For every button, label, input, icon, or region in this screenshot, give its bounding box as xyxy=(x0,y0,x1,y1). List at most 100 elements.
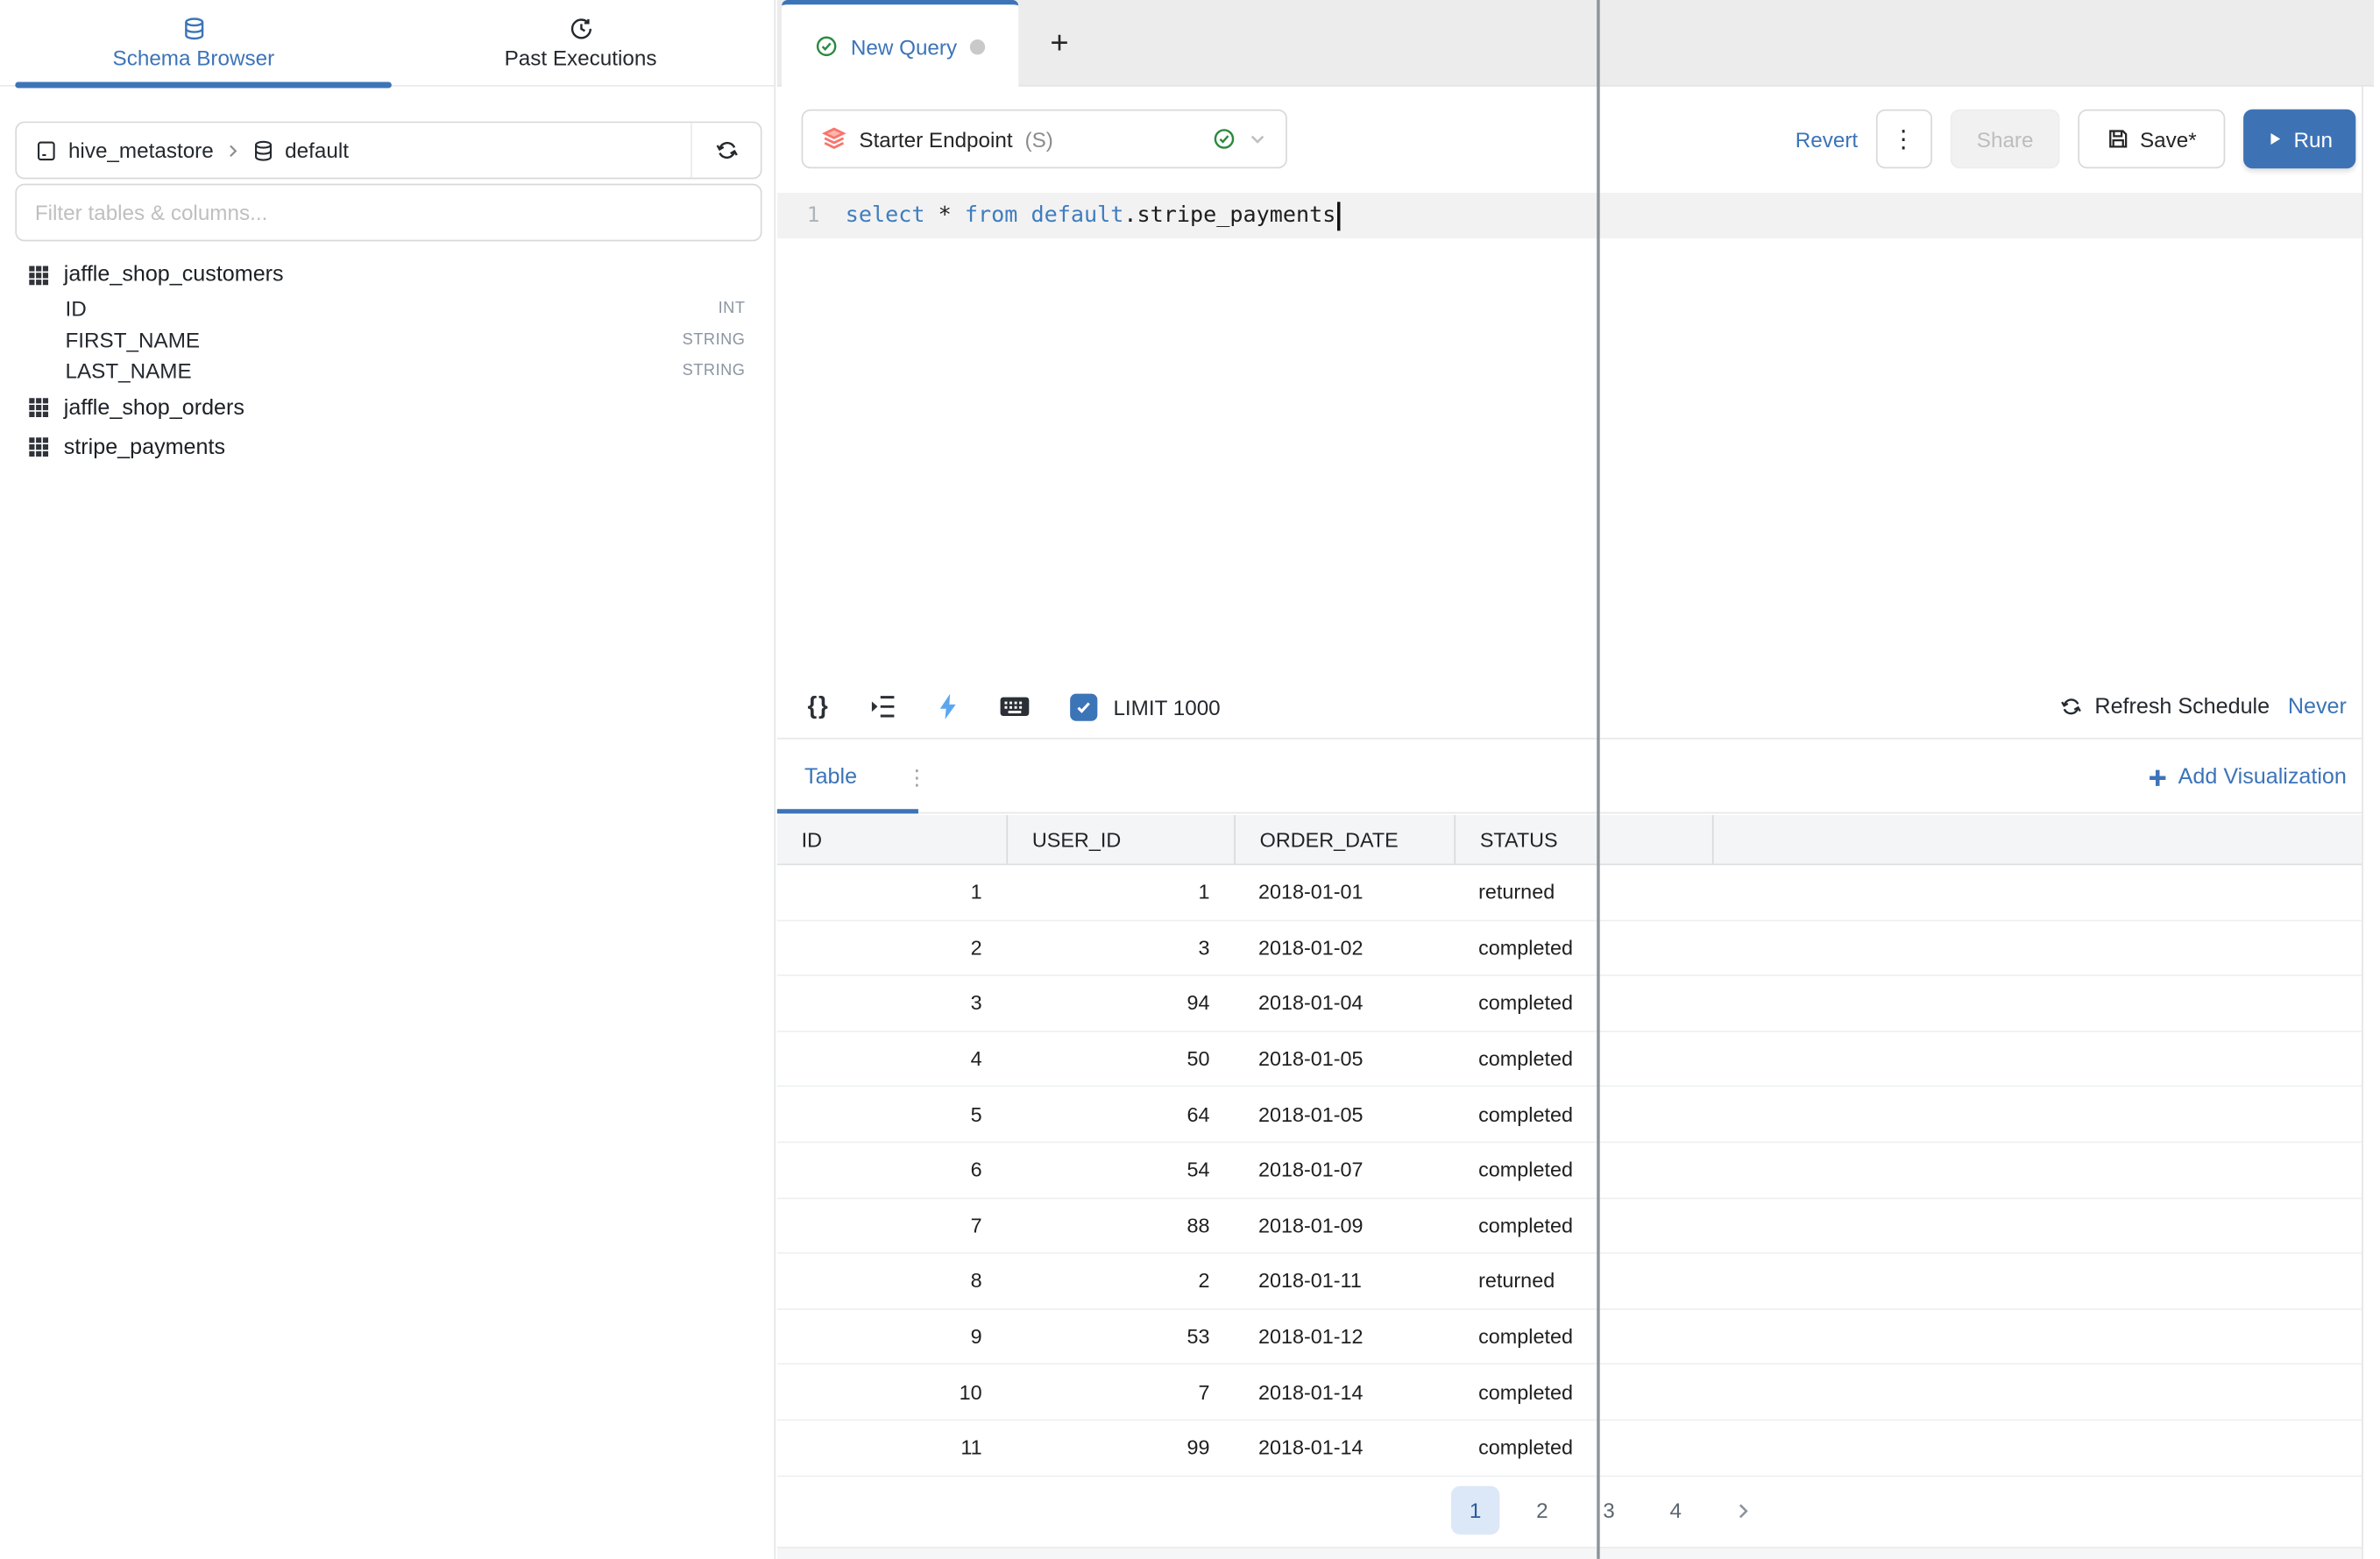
table-row: 4502018-01-05completed xyxy=(777,1031,2362,1087)
breadcrumb-catalog[interactable]: hive_metastore xyxy=(68,138,214,163)
sql-editor[interactable]: 1 select * from default.stripe_payments xyxy=(777,190,2362,676)
run-label: Run xyxy=(2294,127,2333,152)
footer-strip xyxy=(777,1547,2362,1559)
code-token: from xyxy=(965,203,1017,228)
breadcrumb-schema[interactable]: default xyxy=(285,138,349,163)
cell: completed xyxy=(1454,1421,1711,1475)
refresh-schema-button[interactable] xyxy=(691,123,761,177)
table-row: 112018-01-01returned xyxy=(777,865,2362,920)
column-header-STATUS[interactable]: STATUS xyxy=(1454,815,1711,863)
run-button[interactable]: Run xyxy=(2243,110,2355,169)
table-row: 232018-01-02completed xyxy=(777,921,2362,976)
endpoint-size: (S) xyxy=(1024,127,1052,152)
table-row: 7882018-01-09completed xyxy=(777,1199,2362,1254)
new-tab-button[interactable]: + xyxy=(1032,0,1087,87)
code-token: * xyxy=(925,203,965,228)
page-button-2[interactable]: 2 xyxy=(1518,1486,1566,1534)
save-button[interactable]: Save* xyxy=(2078,110,2225,169)
table-tab-menu-icon[interactable]: ⋮ xyxy=(906,741,927,813)
play-icon xyxy=(2266,131,2283,147)
tab-label: Schema Browser xyxy=(113,45,275,69)
sql-editor-app: Schema Browser Past Executions xyxy=(0,0,2380,1559)
revert-button[interactable]: Revert xyxy=(1796,127,1858,152)
check-circle-icon xyxy=(816,35,839,58)
clock-icon xyxy=(569,16,593,40)
endpoint-name: Starter Endpoint xyxy=(859,127,1012,152)
column-type: STRING xyxy=(683,330,746,349)
column-name: FIRST_NAME xyxy=(65,328,200,352)
cell: 10 xyxy=(777,1365,1007,1420)
more-actions-button[interactable]: ⋮ xyxy=(1876,110,1932,169)
cell: completed xyxy=(1454,1365,1711,1420)
cell: 3 xyxy=(777,976,1007,1031)
table-row: 11992018-01-14completed xyxy=(777,1421,2362,1476)
cell: 94 xyxy=(1006,976,1234,1031)
table-grid-icon xyxy=(27,396,50,419)
limit-toggle[interactable]: LIMIT 1000 xyxy=(1071,693,1221,720)
scrollbar-gutter[interactable] xyxy=(2362,87,2376,1559)
main-pane: New Query + Starter Endpoint (S) xyxy=(777,0,2380,1559)
editor-active-line[interactable]: 1 select * from default.stripe_payments xyxy=(777,193,2362,238)
keyboard-shortcuts-icon[interactable] xyxy=(1000,694,1031,719)
page-button-4[interactable]: 4 xyxy=(1652,1486,1700,1534)
code-token: select xyxy=(846,203,925,228)
table-name: jaffle_shop_orders xyxy=(64,395,244,420)
cell xyxy=(1712,1143,2362,1197)
page-button-3[interactable]: 3 xyxy=(1584,1486,1633,1534)
tree-item-jaffle_shop_orders[interactable]: jaffle_shop_orders xyxy=(0,389,774,426)
table-row: 5642018-01-05completed xyxy=(777,1088,2362,1143)
cell: 2018-01-05 xyxy=(1234,1031,1454,1086)
editor-footer: {} xyxy=(777,676,2362,740)
editor-tools: {} xyxy=(777,692,1221,721)
cell xyxy=(1712,921,2362,975)
cell: 50 xyxy=(1006,1031,1234,1086)
add-visualization-button[interactable]: Add Visualization xyxy=(2148,741,2347,813)
breadcrumb-path[interactable]: hive_metastore default xyxy=(17,138,691,163)
filter-input[interactable] xyxy=(15,184,761,242)
window-edge xyxy=(1597,0,1599,1559)
tree-item-jaffle_shop_customers[interactable]: jaffle_shop_customers xyxy=(0,257,774,294)
tree-item-stripe_payments[interactable]: stripe_payments xyxy=(0,429,774,465)
sidebar: Schema Browser Past Executions xyxy=(0,0,776,1559)
cell: completed xyxy=(1454,1309,1711,1364)
unsaved-dot-icon[interactable] xyxy=(969,39,984,53)
tab-past-executions[interactable]: Past Executions xyxy=(387,0,775,85)
page-button-1[interactable]: 1 xyxy=(1451,1486,1499,1534)
column-type: STRING xyxy=(683,362,746,380)
tab-table[interactable]: Table xyxy=(804,741,857,813)
cell xyxy=(1712,865,2362,919)
lightning-icon[interactable] xyxy=(938,692,960,721)
column-header-ORDER_DATE[interactable]: ORDER_DATE xyxy=(1234,815,1454,863)
format-indent-icon[interactable] xyxy=(869,692,898,721)
next-page-button[interactable] xyxy=(1718,1486,1767,1534)
cell xyxy=(1712,1088,2362,1142)
code-token: default xyxy=(1031,203,1124,228)
refresh-schedule-value[interactable]: Never xyxy=(2288,694,2347,719)
cell xyxy=(1712,1365,2362,1420)
column-header-ID[interactable]: ID xyxy=(777,815,1007,863)
limit-checkbox[interactable] xyxy=(1071,693,1098,720)
tree-column-LAST_NAME[interactable]: LAST_NAMESTRING xyxy=(0,355,774,386)
cell xyxy=(1712,1199,2362,1253)
endpoint-select[interactable]: Starter Endpoint (S) xyxy=(802,110,1287,169)
sql-code[interactable]: select * from default.stripe_payments xyxy=(846,203,1336,228)
cell: completed xyxy=(1454,976,1711,1031)
cell: 2018-01-02 xyxy=(1234,921,1454,975)
code-token: . xyxy=(1123,203,1137,228)
cell: 53 xyxy=(1006,1309,1234,1364)
tab-schema-browser[interactable]: Schema Browser xyxy=(0,0,387,85)
query-tab-new-query[interactable]: New Query xyxy=(782,0,1018,88)
cell: 3 xyxy=(1006,921,1234,975)
cell xyxy=(1712,1309,2362,1364)
column-header-empty[interactable] xyxy=(1712,815,2362,863)
results-tab-underline xyxy=(777,809,918,813)
toolbar-actions: Revert ⋮ Share Save* xyxy=(1796,110,2356,169)
share-button[interactable]: Share xyxy=(1951,110,2060,169)
column-header-USER_ID[interactable]: USER_ID xyxy=(1006,815,1234,863)
table-row: 1072018-01-14completed xyxy=(777,1365,2362,1421)
refresh-schedule-label: Refresh Schedule xyxy=(2094,694,2270,719)
tree-column-FIRST_NAME[interactable]: FIRST_NAME STRING xyxy=(0,324,774,356)
database-icon xyxy=(181,16,206,40)
tree-column-ID[interactable]: IDINT xyxy=(0,293,774,324)
braces-icon[interactable]: {} xyxy=(807,693,829,720)
